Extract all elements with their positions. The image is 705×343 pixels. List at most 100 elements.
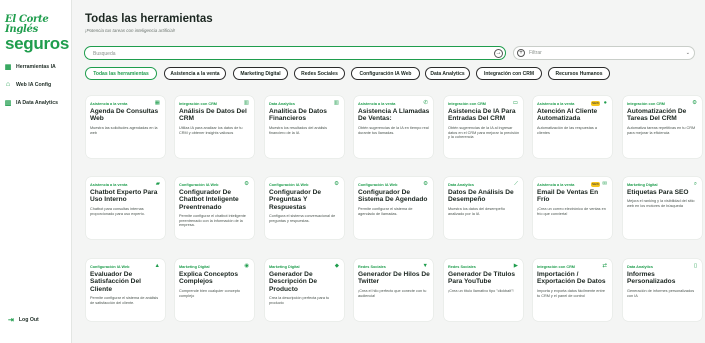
tool-card-description: Utiliza IA para analizar los datos de tu… xyxy=(179,126,243,135)
brand-logo[interactable]: El Corte Inglés seguros xyxy=(5,14,69,53)
chip-marketing-digital[interactable]: Marketing Digital xyxy=(233,67,288,80)
card-icon: ▭ xyxy=(512,100,518,106)
tool-card-description: Automatiza tareas repetitivas en tu CRM … xyxy=(627,126,696,135)
mail-icon: ✉ xyxy=(602,181,607,187)
search-bar: → xyxy=(84,46,506,60)
tool-card-description: Muestra las solicitudes agendadas en la … xyxy=(90,126,158,135)
tool-card[interactable]: Asistencia a la venta ▦ Agenda De Consulta… xyxy=(86,96,165,158)
tool-card-category: Asistencia a la venta xyxy=(90,183,128,187)
tool-card-title: Evaluador De Satisfacción Del Cliente xyxy=(90,271,141,293)
sidebar-item-web-config[interactable]: ⌂ Web IA Config xyxy=(4,78,70,91)
chip-redes-sociales[interactable]: Redes Sociales xyxy=(294,67,345,80)
tool-card[interactable]: Marketing Digital ⌕ Etiquetas Para SEO Mejo… xyxy=(623,177,702,239)
calendar-icon: ▦ xyxy=(154,100,160,106)
tool-card[interactable]: Redes Sociales ▶ Generador De Títulos Para… xyxy=(444,259,523,321)
grid-icon: ▦ xyxy=(4,63,12,71)
tool-card-category: Asistencia a la venta xyxy=(537,183,575,187)
tool-card-category: Configuración IA Web xyxy=(90,265,130,269)
tag-icon: ◆ xyxy=(334,263,339,269)
bar-chart-icon: ▥ xyxy=(333,100,339,106)
filter-placeholder: Filtrar xyxy=(529,50,542,56)
tool-card-category: Integración con CRM xyxy=(537,265,575,269)
tool-card-description: Muestra los resultados del análisis fina… xyxy=(269,126,328,135)
tool-card[interactable]: Integración con CRM ▥ Análisis De Datos De… xyxy=(175,96,254,158)
tool-card[interactable]: Configuración IA Web ⚙ Configurador De Pre… xyxy=(265,177,344,239)
tool-card-description: Importa y exporta datos fácilmente entre… xyxy=(537,289,605,298)
tool-card[interactable]: Configuración IA Web ⚙ Configurador De Sis… xyxy=(354,177,433,239)
tool-card[interactable]: Configuración IA Web ▲ Evaluador De Satisf… xyxy=(86,259,165,321)
thumb-icon: ▲ xyxy=(154,263,160,269)
tool-card-title: Generador De Hilos De Twitter xyxy=(358,271,430,286)
brand-script: El Corte Inglés xyxy=(5,14,49,35)
tool-card-title: Configurador De Sistema De Agendado xyxy=(358,189,428,204)
tool-card-category: Data Analytics xyxy=(269,102,296,106)
swap-icon: ⇄ xyxy=(602,263,607,269)
tool-card[interactable]: Data Analytics ⟋ Datos De Análisis De Dese… xyxy=(444,177,523,239)
tool-card-title: Email De Ventas En Frío xyxy=(537,189,599,204)
tool-card-title: Asistencia De IA Para Entradas Del CRM xyxy=(448,108,516,123)
chip-asistencia-venta[interactable]: Asistencia a la venta xyxy=(164,67,226,80)
chip-configuracion-ia-web[interactable]: Configuración IA Web xyxy=(351,67,420,80)
chip-data-analytics[interactable]: Data Analytics xyxy=(425,67,470,80)
tool-card-title: Generador De Descripción De Producto xyxy=(269,271,318,293)
chat-icon: ▰ xyxy=(155,181,160,187)
home-icon: ⌂ xyxy=(5,81,11,88)
chip-integracion-crm[interactable]: Integración con CRM xyxy=(476,67,542,80)
main-content: Todas las herramientas ¡Potencia tus tar… xyxy=(80,0,702,343)
chevron-down-icon: ⌄ xyxy=(685,50,690,56)
tool-card[interactable]: Asistencia a la venta ✉ NEW Email De Ventas… xyxy=(533,177,612,239)
tool-card[interactable]: Data Analytics ▯ Informes Personalizados Ge… xyxy=(623,259,702,321)
twitter-icon: ▼ xyxy=(422,263,428,269)
tool-card[interactable]: Marketing Digital ◉ Explica Conceptos Comp… xyxy=(175,259,254,321)
tool-card-description: Muestra los datos del desempeño analizad… xyxy=(448,207,505,216)
search-submit-icon[interactable]: → xyxy=(494,49,503,58)
gear-icon: ⚙ xyxy=(423,181,428,187)
tool-card[interactable]: Asistencia a la venta ✆ Asistencia A Llama… xyxy=(354,96,433,158)
tool-card[interactable]: Integración con CRM ⇄ Importación / Export… xyxy=(533,259,612,321)
tool-card[interactable]: Marketing Digital ◆ Generador De Descripci… xyxy=(265,259,344,321)
filter-dropdown[interactable]: + Filtrar ⌄ xyxy=(513,46,695,60)
tool-card-title: Análisis De Datos Del CRM xyxy=(179,108,247,123)
tool-card-category: Redes Sociales xyxy=(448,265,476,269)
tool-card-description: ¡Crea un título llamativo tipo "clickbai… xyxy=(448,289,514,293)
tool-card-title: Configurador De Chatbot Inteligente Pree… xyxy=(179,189,239,211)
tool-card-category: Data Analytics xyxy=(448,183,475,187)
tool-card-category: Integración con CRM xyxy=(448,102,486,106)
tool-card[interactable]: Integración con CRM ▭ Asistencia De IA Par… xyxy=(444,96,523,158)
logout-button[interactable]: ⇥ Log Out xyxy=(8,316,39,324)
add-filter-icon[interactable]: + xyxy=(517,49,525,57)
phone-icon: ✆ xyxy=(423,100,428,106)
tool-card-title: Explica Conceptos Complejos xyxy=(179,271,238,286)
tool-card-title: Analítica De Datos Financieros xyxy=(269,108,327,123)
chip-todas[interactable]: Todas las herramientas xyxy=(85,67,157,80)
tool-card[interactable]: Asistencia a la venta ● NEW Atención Al Cli… xyxy=(533,96,612,158)
tool-card[interactable]: Data Analytics ▥ Analítica De Datos Financ… xyxy=(265,96,344,158)
page-subtitle: ¡Potencia tus tareas con inteligencia ar… xyxy=(85,28,176,33)
logout-icon: ⇥ xyxy=(8,317,14,324)
new-badge: NEW xyxy=(591,182,600,187)
logout-label: Log Out xyxy=(18,317,39,323)
sidebar-item-label: Herramientas IA xyxy=(16,63,56,70)
sidebar-item-label: IA Data Analytics xyxy=(16,99,58,106)
tool-card-category: Configuración IA Web xyxy=(179,183,219,187)
chip-recursos-humanos[interactable]: Recursos Humanos xyxy=(548,67,610,80)
search-input[interactable] xyxy=(93,49,473,58)
tool-card-category: Integración con CRM xyxy=(179,102,217,106)
tool-card-description: Permite configurar el sistema de agendad… xyxy=(358,207,413,216)
tool-card[interactable]: Asistencia a la venta ▰ Chatbot Experto Pa… xyxy=(86,177,165,239)
tool-card-description: Configura el sistema conversacional de p… xyxy=(269,214,336,223)
tool-card[interactable]: Redes Sociales ▼ Generador De Hilos De Twi… xyxy=(354,259,433,321)
tool-card-title: Configurador De Preguntas Y Respuestas xyxy=(269,189,322,211)
tool-card-category: Marketing Digital xyxy=(627,183,658,187)
trend-icon: ⟋ xyxy=(514,181,518,187)
tool-card[interactable]: Integración con CRM ⚙ Automatización De Ta… xyxy=(623,96,702,158)
tool-card-description: Automatización de las respuestas a clien… xyxy=(537,126,597,135)
sidebar-item-data-analytics[interactable]: ▥ IA Data Analytics xyxy=(4,96,70,109)
gear-icon: ⚙ xyxy=(244,181,249,187)
sidebar-item-herramientas[interactable]: ▦ Herramientas IA xyxy=(4,60,70,73)
sidebar-item-label: Web IA Config xyxy=(16,81,52,88)
tool-card-title: Datos De Análisis De Desempeño xyxy=(448,189,514,204)
tool-card[interactable]: Configuración IA Web ⚙ Configurador De Cha… xyxy=(175,177,254,239)
tool-card-title: Atención Al Cliente Automatizada xyxy=(537,108,598,123)
tool-card-description: Mejora el ranking y la visibilidad del s… xyxy=(627,199,695,208)
